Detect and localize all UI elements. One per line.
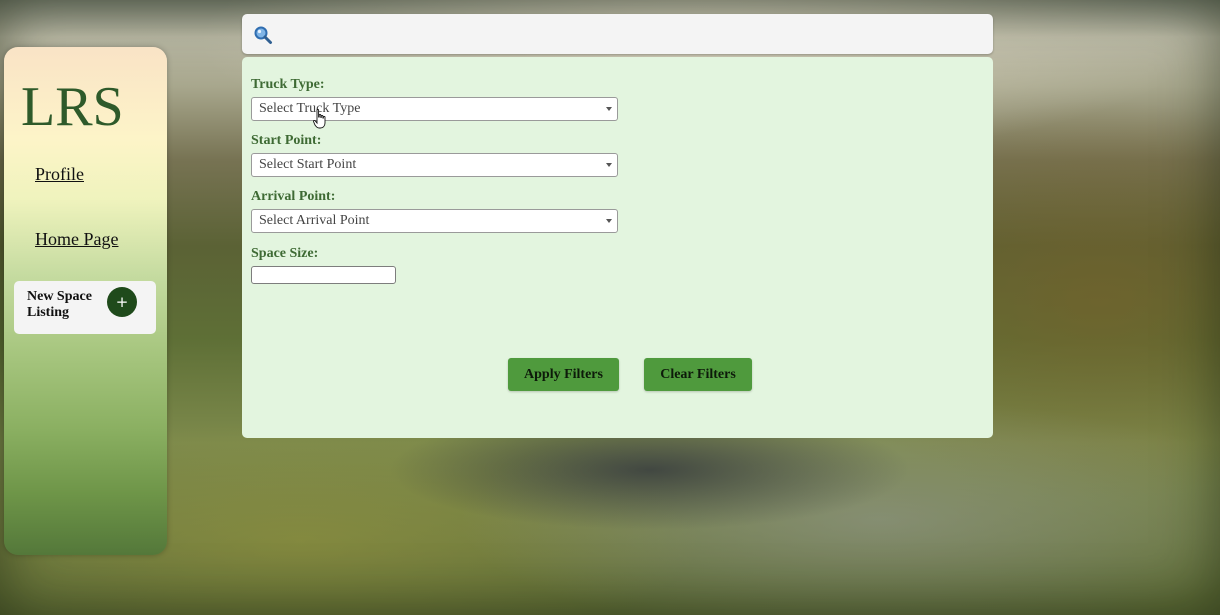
start-point-label: Start Point:	[251, 133, 322, 148]
clear-filters-button[interactable]: Clear Filters	[644, 358, 752, 391]
start-point-selected: Select Start Point	[259, 157, 357, 172]
space-size-label: Space Size:	[251, 246, 319, 261]
search-bar[interactable]	[242, 14, 993, 54]
space-size-input[interactable]	[251, 266, 396, 284]
truck-type-label: Truck Type:	[251, 77, 325, 92]
new-space-listing-label: New Space Listing	[27, 289, 92, 320]
new-space-listing-card[interactable]: New Space Listing +	[14, 281, 156, 334]
truck-type-selected: Select Truck Type	[259, 101, 361, 116]
add-listing-button[interactable]: +	[107, 287, 137, 317]
start-point-select[interactable]: Select Start Point	[251, 153, 618, 177]
nav-link-home-page[interactable]: Home Page	[35, 229, 118, 250]
search-icon	[254, 26, 272, 44]
chevron-down-icon	[606, 219, 612, 223]
filter-panel: Truck Type: Select Truck Type Start Poin…	[242, 57, 993, 438]
arrival-point-label: Arrival Point:	[251, 189, 336, 204]
chevron-down-icon	[606, 107, 612, 111]
app-logo: LRS	[21, 76, 124, 138]
truck-type-select[interactable]: Select Truck Type	[251, 97, 618, 121]
nav-link-profile[interactable]: Profile	[35, 164, 84, 185]
hand-cursor-icon	[313, 109, 326, 129]
apply-filters-button[interactable]: Apply Filters	[508, 358, 619, 391]
chevron-down-icon	[606, 163, 612, 167]
arrival-point-selected: Select Arrival Point	[259, 213, 370, 228]
sidebar: LRS Profile Home Page New Space Listing …	[4, 47, 167, 555]
arrival-point-select[interactable]: Select Arrival Point	[251, 209, 618, 233]
